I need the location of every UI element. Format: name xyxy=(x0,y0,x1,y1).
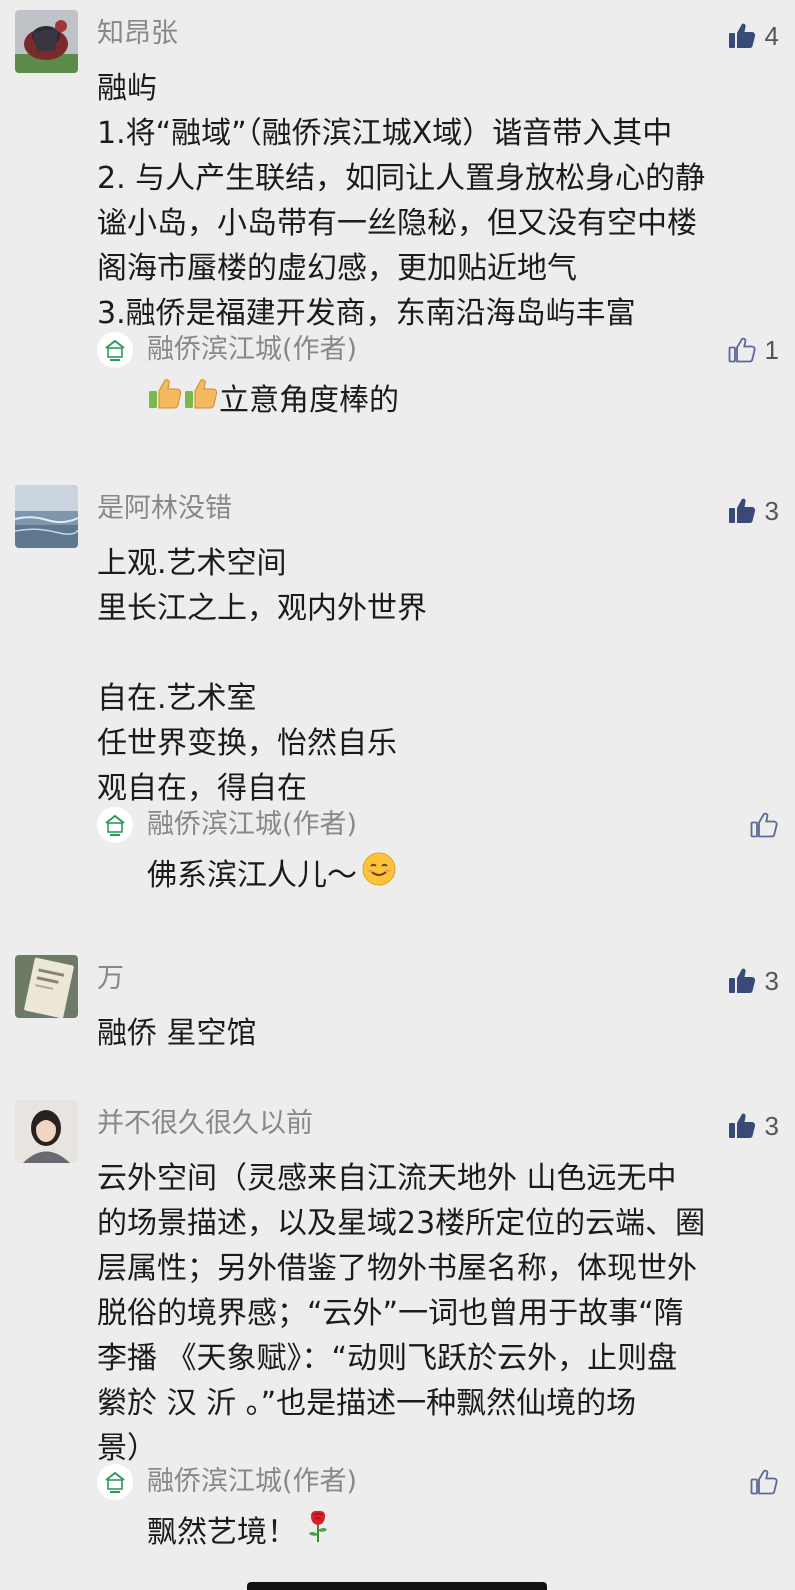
avatar-image xyxy=(15,1100,78,1163)
like-button[interactable]: 3 xyxy=(727,493,779,529)
reply-content: 立意角度棒的 xyxy=(147,376,399,425)
avatar-image xyxy=(15,485,78,548)
author-logo-icon xyxy=(97,807,133,843)
comment-line: 云外空间（灵感来自江流天地外 山色远无中 xyxy=(97,1161,677,1196)
thumbs-up-emoji-icon xyxy=(147,376,183,425)
thumbs-up-outline-icon xyxy=(728,337,756,363)
reply-author-name: 融侨滨江城(作者) xyxy=(147,1466,358,1497)
thumbs-up-filled-icon xyxy=(728,1113,755,1138)
comment-line: 谧小岛，小岛带有一丝隐秘，但又没有空中楼 xyxy=(97,206,697,241)
comment-line: 里长江之上，观内外世界 xyxy=(97,591,427,626)
comment-item: 万 3 融侨 星空馆 xyxy=(0,955,795,1055)
user-avatar[interactable] xyxy=(15,485,78,548)
thumbs-up-filled-icon xyxy=(728,498,755,523)
comment-line: 上观.艺术空间 xyxy=(97,546,287,581)
comment-nickname: 万 xyxy=(97,963,124,994)
avatar-image xyxy=(15,10,78,73)
like-count: 3 xyxy=(764,965,779,996)
comment-content: 云外空间（灵感来自江流天地外 山色远无中 的场景描述，以及星域23楼所定位的云端… xyxy=(97,1156,777,1471)
reply-like-button[interactable] xyxy=(749,1464,779,1500)
thumbs-up-emoji-icon xyxy=(183,376,219,425)
reply-text: 立意角度棒的 xyxy=(219,383,399,418)
thumbs-up-outline-icon xyxy=(750,812,778,838)
comment-line: 层属性；另外借鉴了物外书屋名称，体现世外 xyxy=(97,1251,697,1286)
home-indicator[interactable] xyxy=(247,1582,547,1590)
like-count: 3 xyxy=(764,495,779,526)
comment-line: 縈於 汉 沂 。”也是描述一种飘然仙境的场 xyxy=(97,1386,637,1421)
comment-item: 知昂张 4 融屿 1.将“融域”（融侨滨江城X域）谐音带入其中 2. 与人产生联… xyxy=(0,10,795,460)
reply-author-name: 融侨滨江城(作者) xyxy=(147,334,358,365)
reply-like-button[interactable] xyxy=(749,807,779,843)
smiling-face-emoji-icon xyxy=(361,851,397,900)
comment-item: 并不很久很久以前 3 云外空间（灵感来自江流天地外 山色远无中 的场景描述，以及… xyxy=(0,1100,795,1580)
reply-content: 飘然艺境！ xyxy=(147,1508,333,1557)
comment-nickname: 是阿林没错 xyxy=(97,493,232,524)
comment-item: 是阿林没错 3 上观.艺术空间 里长江之上，观内外世界 自在.艺术室 任世界变换… xyxy=(0,485,795,905)
thumbs-up-filled-icon xyxy=(728,23,755,48)
comment-line: 融侨 星空馆 xyxy=(97,1016,257,1051)
comment-line: 李播 《天象赋》：“动则飞跃於云外，止则盘 xyxy=(97,1341,678,1376)
comment-line: 融屿 xyxy=(97,71,157,106)
reply-like-count: 1 xyxy=(764,334,779,365)
comment-line xyxy=(97,631,777,676)
comment-line: 任世界变换，怡然自乐 xyxy=(97,726,397,761)
author-logo-icon xyxy=(97,1464,133,1500)
comment-line: 自在.艺术室 xyxy=(97,681,257,716)
like-button[interactable]: 3 xyxy=(727,963,779,999)
user-avatar[interactable] xyxy=(15,1100,78,1163)
comment-nickname: 知昂张 xyxy=(97,18,178,49)
like-button[interactable]: 3 xyxy=(727,1108,779,1144)
thumbs-up-filled-icon xyxy=(728,968,755,993)
user-avatar[interactable] xyxy=(15,955,78,1018)
comment-line: 观自在，得自在 xyxy=(97,771,307,806)
comment-line: 3.融侨是福建开发商，东南沿海岛屿丰富 xyxy=(97,296,636,331)
thumbs-up-outline-icon xyxy=(750,1469,778,1495)
comment-line: 阁海市蜃楼的虚幻感，更加贴近地气 xyxy=(97,251,577,286)
like-button[interactable]: 4 xyxy=(727,18,779,54)
reply-text: 飘然艺境！ xyxy=(147,1515,297,1550)
reply-author-name: 融侨滨江城(作者) xyxy=(147,809,358,840)
like-count: 3 xyxy=(764,1110,779,1141)
comment-line: 1.将“融域”（融侨滨江城X域）谐音带入其中 xyxy=(97,116,673,151)
comment-content: 上观.艺术空间 里长江之上，观内外世界 自在.艺术室 任世界变换，怡然自乐 观自… xyxy=(97,541,777,811)
comment-nickname: 并不很久很久以前 xyxy=(97,1108,313,1139)
like-count: 4 xyxy=(764,20,779,51)
rose-emoji-icon xyxy=(303,1508,333,1557)
avatar-image xyxy=(15,955,78,1018)
comment-line: 的场景描述，以及星域23楼所定位的云端、圈 xyxy=(97,1206,706,1241)
comment-content: 融侨 星空馆 xyxy=(97,1011,777,1056)
comment-line: 2. 与人产生联结，如同让人置身放松身心的静 xyxy=(97,161,706,196)
comment-content: 融屿 1.将“融域”（融侨滨江城X域）谐音带入其中 2. 与人产生联结，如同让人… xyxy=(97,66,777,336)
reply-text: 佛系滨江人儿～ xyxy=(147,858,357,893)
user-avatar[interactable] xyxy=(15,10,78,73)
comment-line: 脱俗的境界感；“云外”一词也曾用于故事“隋 xyxy=(97,1296,684,1331)
reply-content: 佛系滨江人儿～ xyxy=(147,851,397,900)
author-logo-icon xyxy=(97,332,133,368)
reply-like-button[interactable]: 1 xyxy=(727,332,779,368)
